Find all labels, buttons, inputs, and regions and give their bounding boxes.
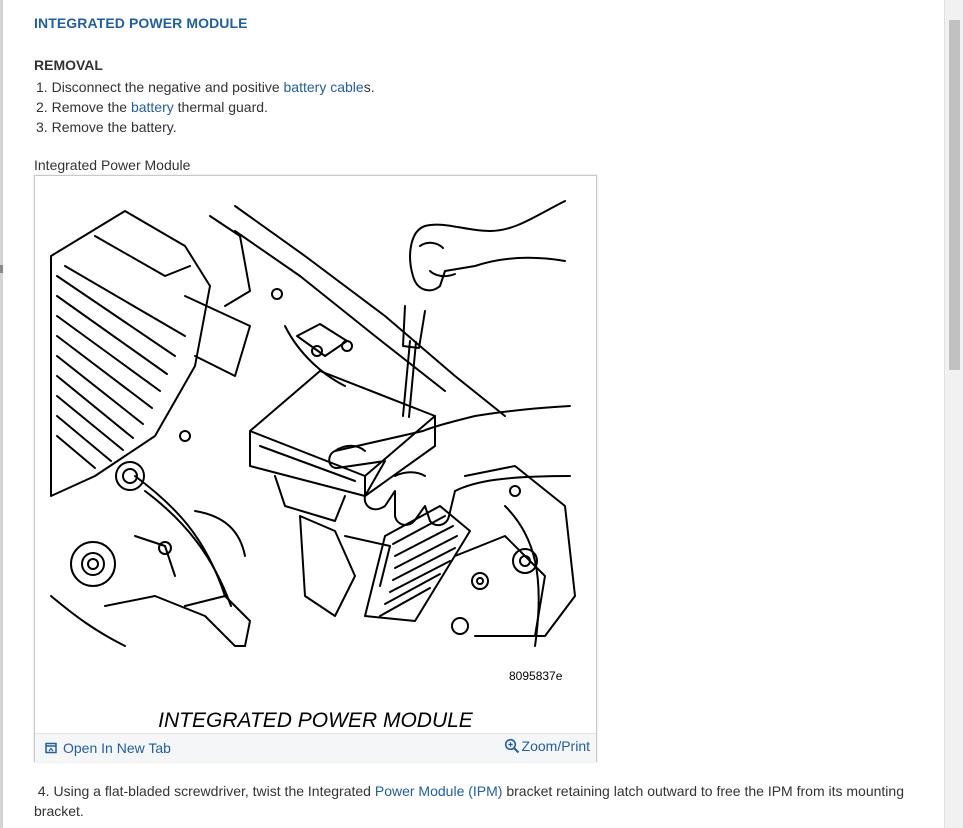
left-frame-border [0,0,3,828]
step-number: 2. [36,99,48,115]
figure-caption: Integrated Power Module [34,157,191,173]
power-module-ipm-link[interactable]: Power Module (IPM) [375,783,503,799]
engine-bay-illustration[interactable] [35,176,596,733]
scrollbar-thumb[interactable] [949,20,960,370]
step-text: Using a flat-bladed screwdriver, twist t… [53,783,375,799]
page-title: INTEGRATED POWER MODULE [34,15,248,31]
step-item: 3. Remove the battery. [36,117,375,137]
step-text: Remove the battery. [51,119,177,135]
battery-cable-link[interactable]: battery cable [284,79,364,95]
open-in-new-tab-link[interactable]: Open In New Tab [45,740,171,756]
figure-toolbar: Open In New Tab Zoom/Print [35,733,596,762]
step-number: 4. [37,783,50,799]
left-frame-tick [0,265,3,273]
vertical-scrollbar[interactable] [944,0,963,828]
step-text: Disconnect the negative and positive [51,79,284,95]
figure-code: 8095837e [509,669,563,683]
step-number: 1. [36,79,48,95]
figure-card: 8095837e INTEGRATED POWER MODULE Open In… [34,175,597,762]
battery-link[interactable]: battery [131,99,174,115]
step-number: 3. [36,119,48,135]
step-text-end: s. [363,79,375,95]
step-item: 4. Using a flat-bladed screwdriver, twis… [34,781,924,821]
steps-list: 1. Disconnect the negative and positive … [36,77,375,137]
step-text-end: thermal guard. [173,99,268,115]
step-item: 2. Remove the battery thermal guard. [36,97,375,117]
zoom-print-link[interactable]: Zoom/Print [504,738,590,754]
step-text: Remove the [51,99,131,115]
open-in-new-tab-label: Open In New Tab [63,740,171,756]
zoom-print-label: Zoom/Print [521,738,590,754]
open-new-tab-icon [45,742,57,754]
section-heading: REMOVAL [34,57,103,73]
zoom-icon [504,738,519,754]
figure-label: INTEGRATED POWER MODULE [158,709,473,732]
step-item: 1. Disconnect the negative and positive … [36,77,375,97]
